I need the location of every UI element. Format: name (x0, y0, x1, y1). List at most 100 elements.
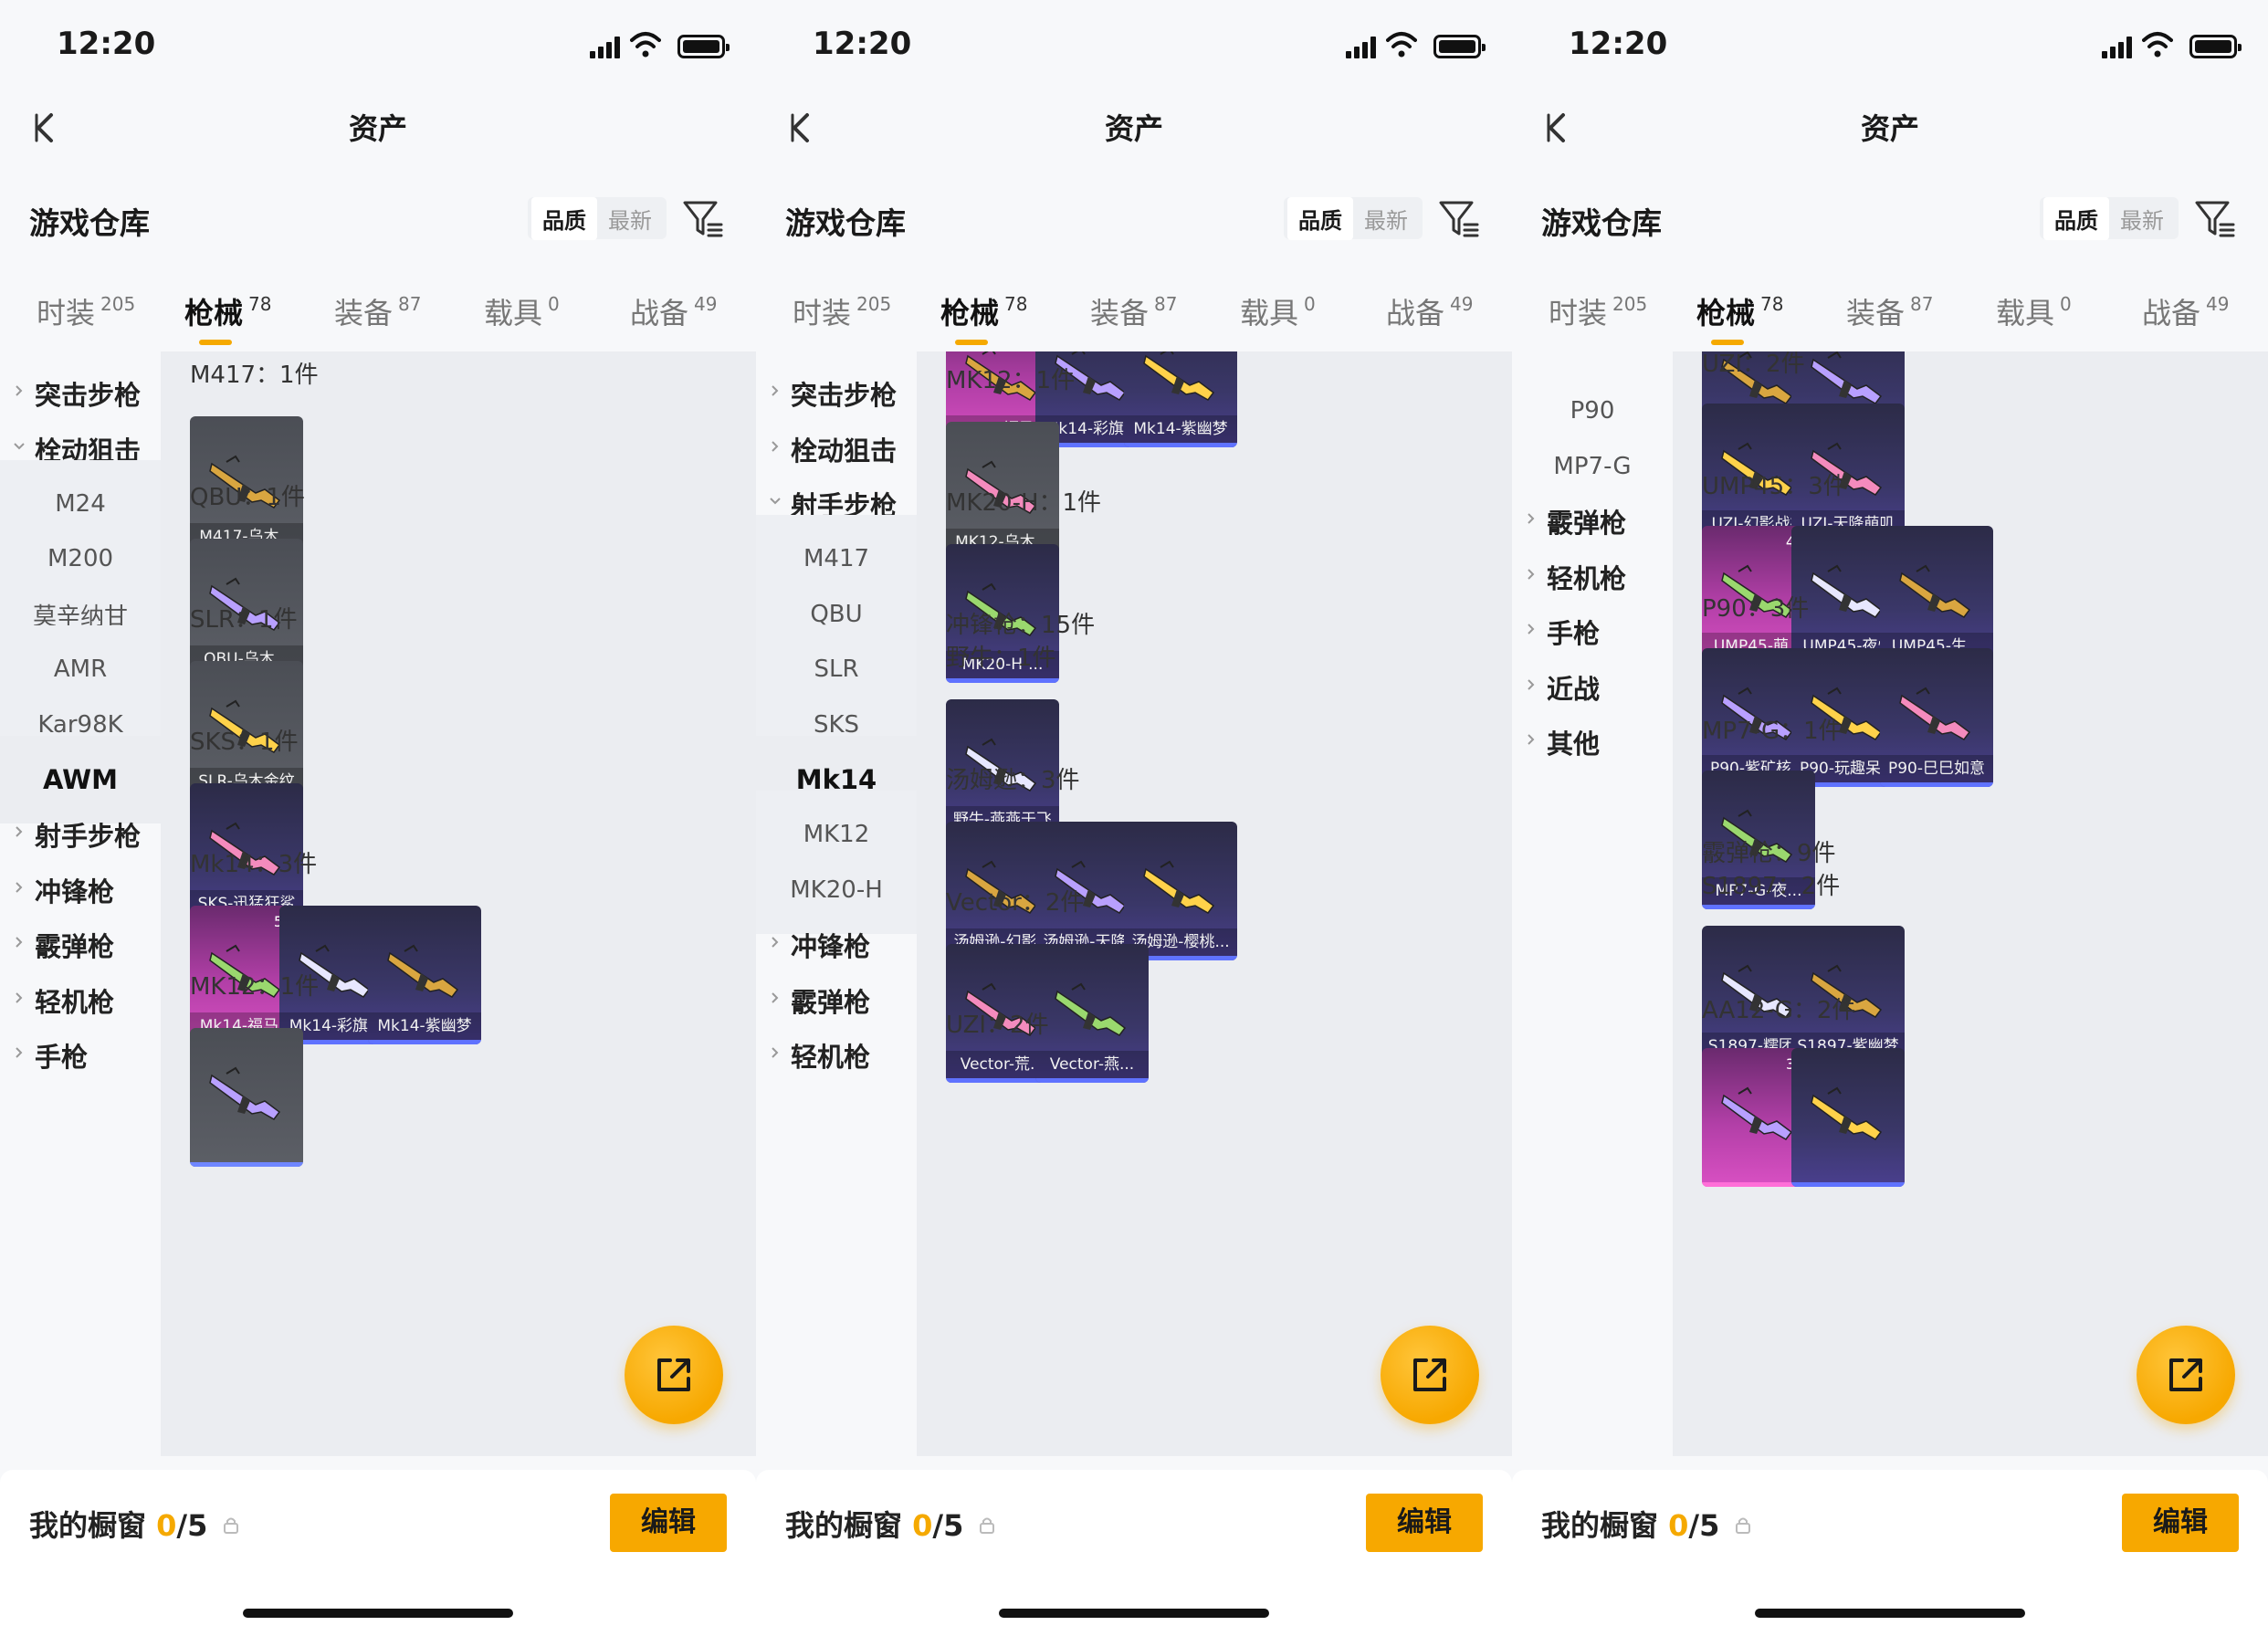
home-indicator (999, 1609, 1269, 1618)
sort-quality-button[interactable]: 品质 (1287, 196, 1353, 240)
weapon-skin-card[interactable]: 汤姆逊-樱桃... (1124, 822, 1237, 960)
showcase-label: 我的橱窗 0/5 (785, 1503, 963, 1545)
tab-0[interactable]: 时装 205 (1549, 290, 1647, 332)
rarity-bar (1702, 905, 1815, 909)
sidebar-item-label: M417 (803, 545, 870, 572)
weapon-category-sidebar: 突击步枪 栓动狙击 射手步枪 M417 QBU SLR SKS Mk14 MK12 MK20-H 冲… (756, 351, 917, 1456)
tab-4[interactable]: 战备 49 (1386, 290, 1473, 332)
tab-count: 0 (1304, 293, 1316, 315)
weapon-skin-card[interactable]: Mk14-紫幽梦 (1124, 351, 1237, 447)
tab-2[interactable]: 装备 87 (334, 290, 421, 332)
share-button[interactable] (1381, 1326, 1479, 1424)
weapon-group-title: SLR：1件 (190, 606, 298, 634)
weapon-grid: UZI：2件UZI-幻影战神UZI-天降萌叽UMP45：3件4级UMP45-萌.… (1673, 351, 2268, 1456)
tab-4[interactable]: 战备 49 (2142, 290, 2229, 332)
tab-label: 装备 (1846, 296, 1906, 330)
sidebar-item-label: 轻机枪 (791, 1042, 871, 1073)
share-button[interactable] (2137, 1326, 2235, 1424)
tab-3[interactable]: 载具 0 (1996, 290, 2072, 332)
weapon-group-title: UZI：2件 (946, 1012, 1049, 1039)
weapon-skin-card[interactable] (1791, 1048, 1905, 1187)
tab-label: 载具 (1240, 296, 1299, 330)
showcase-label: 我的橱窗 0/5 (29, 1503, 207, 1545)
sidebar-item-label: M24 (55, 490, 106, 518)
weapon-category-sidebar: 突击步枪 栓动狙击 M24 M200 莫辛纳甘 AMR Kar98K AWM 射手步枪 冲锋枪 霰弹… (0, 351, 161, 1456)
tab-label: 时装 (37, 296, 96, 330)
sort-newest-button[interactable]: 最新 (2109, 197, 2175, 240)
tab-label: 装备 (334, 296, 394, 330)
weapon-grid: 射手步枪：9件M417：1件M417-乌木...QBU：1件QBU-乌木...S… (161, 351, 756, 1456)
chevron-right-icon (16, 937, 23, 948)
warehouse-title: 游戏仓库 (29, 205, 150, 241)
tab-0[interactable]: 时装 205 (793, 290, 891, 332)
weapon-group-title: UZI：2件 (1702, 351, 1805, 378)
chevron-right-icon (1528, 734, 1535, 745)
tab-1[interactable]: 枪械 78 (184, 290, 271, 345)
tab-count: 0 (2060, 293, 2072, 315)
weapon-group-title: MK12：1件 (946, 367, 1076, 394)
weapon-group-title: QBU：1件 (190, 484, 305, 511)
weapon-skin-card[interactable]: Vector-燕... (1035, 944, 1149, 1083)
sort-quality-button[interactable]: 品质 (531, 196, 597, 240)
tab-4[interactable]: 战备 49 (630, 290, 717, 332)
tab-label: 装备 (1090, 296, 1150, 330)
edit-showcase-button[interactable]: 编辑 (1366, 1494, 1483, 1552)
tab-0[interactable]: 时装 205 (37, 290, 135, 332)
sidebar-item-label: SKS (813, 711, 860, 739)
edit-showcase-button[interactable]: 编辑 (610, 1494, 727, 1552)
tab-2[interactable]: 装备 87 (1846, 290, 1933, 332)
tab-3[interactable]: 载具 0 (484, 290, 560, 332)
tab-1[interactable]: 枪械 78 (940, 290, 1027, 345)
phone-screen: 12:20 资产 游戏仓库 品质 最新 时装 205 枪械 78 装备 87 载… (1512, 0, 2268, 1636)
warehouse-title: 游戏仓库 (785, 205, 906, 241)
weapon-group-title: SKS：1件 (190, 729, 299, 756)
sidebar-item[interactable]: 轻机枪 (756, 1012, 917, 1099)
rarity-bar (1035, 1078, 1149, 1083)
weapon-skin-name: Vector-燕... (1035, 1051, 1149, 1078)
tab-label: 战备 (1386, 296, 1445, 330)
category-tabs: 时装 205 枪械 78 装备 87 载具 0 战备 49 (0, 283, 756, 347)
sidebar-item[interactable]: 手枪 (0, 1012, 161, 1099)
tab-count: 205 (100, 293, 136, 315)
status-time: 12:20 (1569, 26, 1668, 62)
weapon-group-title: 野牛：1件 (946, 645, 1056, 672)
wifi-icon (2142, 32, 2173, 58)
chevron-right-icon (1528, 569, 1535, 580)
chevron-down-icon (14, 443, 25, 450)
warehouse-header: 游戏仓库 品质 最新 (756, 192, 1512, 246)
sort-newest-button[interactable]: 最新 (1353, 197, 1419, 240)
share-button[interactable] (625, 1326, 723, 1424)
filter-icon[interactable] (681, 197, 725, 239)
tab-3[interactable]: 载具 0 (1240, 290, 1316, 332)
sidebar-item-label: SLR (814, 655, 859, 683)
weapon-skin-card[interactable]: UMP45-生... (1880, 526, 1993, 665)
edit-showcase-button[interactable]: 编辑 (2122, 1494, 2239, 1552)
rarity-bar (1124, 443, 1237, 447)
category-tabs: 时装 205 枪械 78 装备 87 载具 0 战备 49 (756, 283, 1512, 347)
status-time: 12:20 (813, 26, 912, 62)
rarity-bar (1791, 1182, 1905, 1187)
weapon-group-title: Mk14：3件 (190, 851, 318, 878)
sidebar-item-label: MK12 (803, 821, 870, 848)
tab-label: 时装 (1549, 296, 1608, 330)
status-bar: 12:20 (756, 0, 1512, 91)
weapon-skin-card[interactable]: Mk14-紫幽梦 (368, 906, 481, 1044)
weapon-skin-card[interactable] (190, 1028, 303, 1167)
sort-toggle: 品质 最新 (528, 196, 667, 240)
sort-toggle: 品质 最新 (2040, 196, 2179, 240)
weapon-skin-card[interactable]: P90-巳巳如意 (1880, 648, 1993, 787)
sidebar-item[interactable]: 其他 (1512, 698, 1673, 786)
nav-bar: 资产 (1512, 91, 2268, 164)
tab-count: 205 (856, 293, 892, 315)
filter-icon[interactable] (1437, 197, 1481, 239)
page-title: 资产 (1104, 111, 1163, 146)
weapon-group-title: UMP45：3件 (1702, 473, 1847, 500)
lock-icon (1736, 1517, 1750, 1534)
tab-1[interactable]: 枪械 78 (1696, 290, 1783, 345)
status-time: 12:20 (57, 26, 156, 62)
filter-icon[interactable] (2193, 197, 2237, 239)
sort-newest-button[interactable]: 最新 (597, 197, 663, 240)
tab-2[interactable]: 装备 87 (1090, 290, 1177, 332)
sort-quality-button[interactable]: 品质 (2043, 196, 2109, 240)
page-title: 资产 (1860, 111, 1919, 146)
